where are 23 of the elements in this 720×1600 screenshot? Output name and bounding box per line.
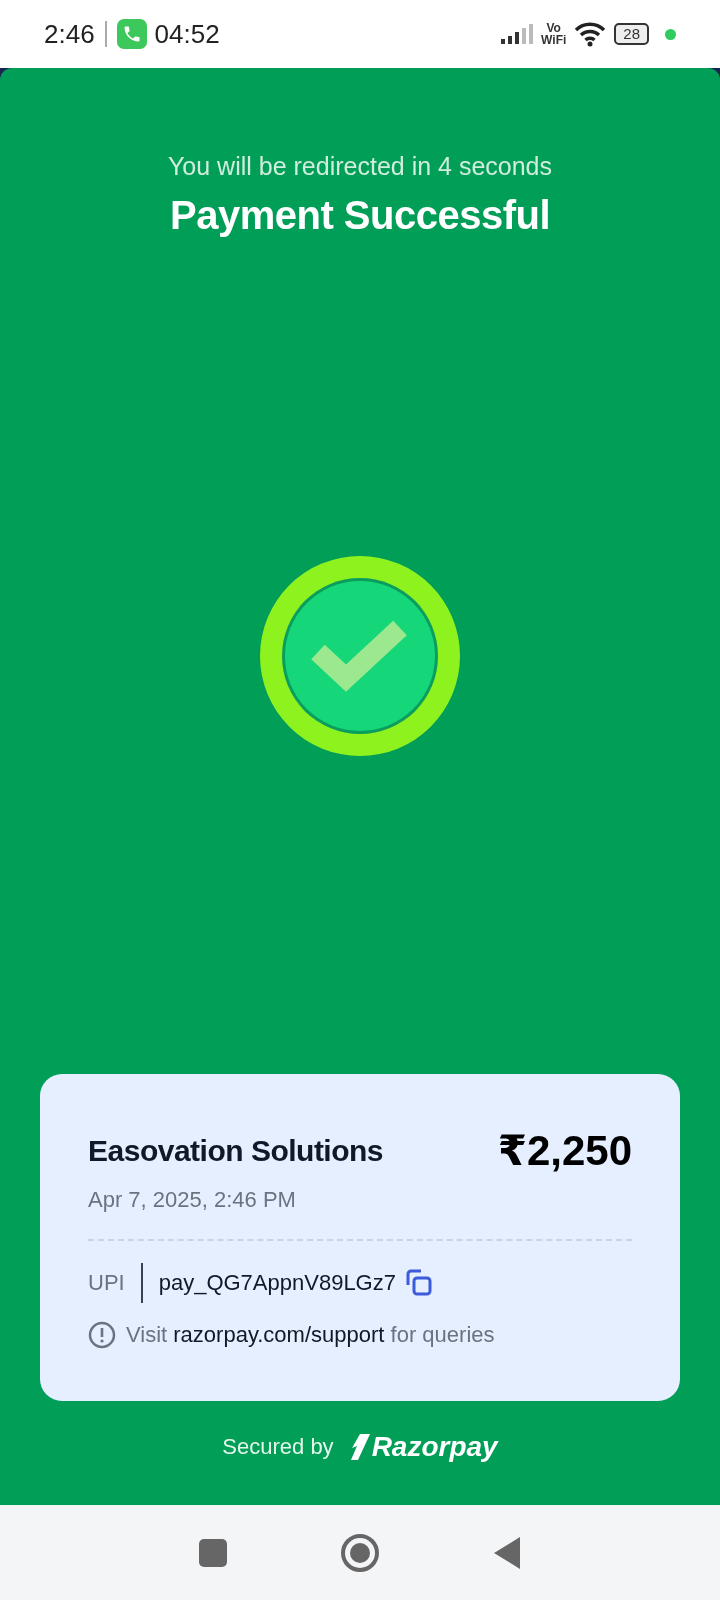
info-icon (88, 1321, 116, 1349)
payment-date: Apr 7, 2025, 2:46 PM (88, 1187, 297, 1213)
battery-level: 28 (614, 23, 649, 45)
payment-id: pay_QG7AppnV89LGz7 (158, 1270, 396, 1296)
call-duration: 04:52 (154, 18, 220, 50)
payment-amount: ₹2,250 (497, 1126, 632, 1175)
merchant-name: Easovation Solutions (88, 1133, 384, 1168)
back-button-icon[interactable] (492, 1535, 522, 1570)
vowifi-label: Vo WiFi (541, 22, 567, 46)
method-label: UPI (88, 1270, 125, 1296)
secured-by-label: Secured by (222, 1434, 334, 1460)
status-dot (665, 28, 676, 40)
recents-button-icon[interactable] (198, 1537, 228, 1568)
brand-name: Razorpay (371, 1431, 498, 1463)
redirect-message: You will be redirected in 4 seconds (167, 152, 552, 181)
wifi-icon (574, 21, 607, 47)
signal-icon (501, 24, 534, 44)
clock-time: 2:46 (44, 18, 95, 50)
support-message: Visit razorpay.com/support for queries (126, 1322, 495, 1348)
page-title: Payment Successful (169, 193, 551, 238)
success-check-icon (260, 556, 460, 756)
home-button-icon[interactable] (340, 1532, 380, 1573)
support-link[interactable]: razorpay.com/support (173, 1322, 385, 1347)
